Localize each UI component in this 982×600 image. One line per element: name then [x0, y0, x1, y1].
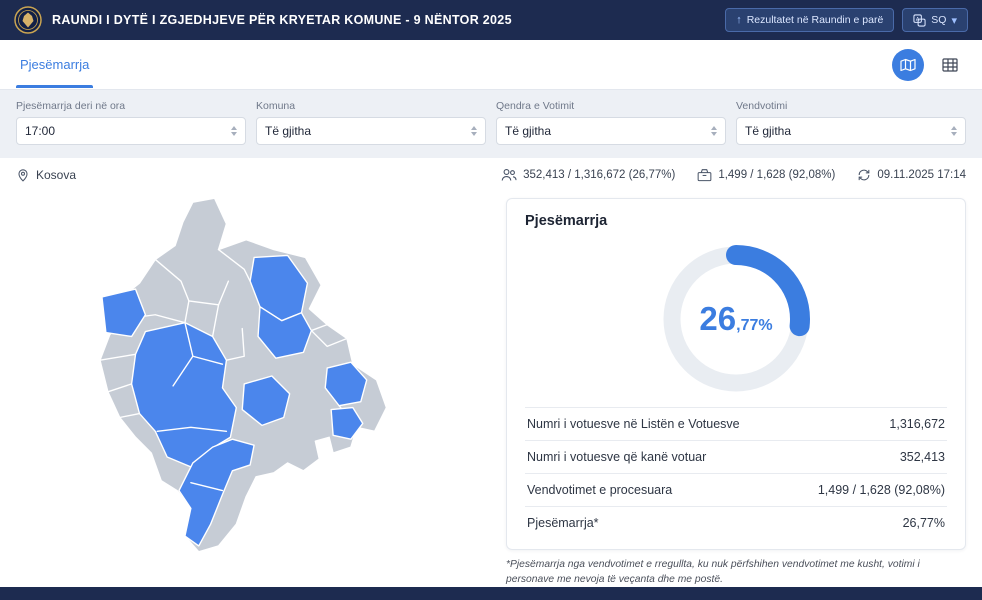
- filters-bar: Pjesëmarrja deri në ora 17:00 Komuna Të …: [0, 90, 982, 158]
- map-area: [16, 198, 506, 554]
- table-row: Numri i votuesve që kanë votuar 352,413: [525, 440, 947, 473]
- table-icon: [942, 58, 958, 72]
- first-round-results-label: Rezultatet në Raundin e parë: [747, 14, 884, 26]
- refresh-icon: [857, 168, 871, 182]
- hour-select-value: 17:00: [25, 124, 55, 138]
- main-content: Pjesëmarrja 26 ,77% Numr: [0, 192, 982, 588]
- app-header: RAUNDI I DYTË I ZGJEDHJEVE PËR KRYETAR K…: [0, 0, 982, 40]
- table-row: Numri i votuesve në Listën e Votuesve 1,…: [525, 407, 947, 440]
- language-selector[interactable]: A SQ ▾: [902, 8, 968, 32]
- voters-stat-value: 352,413 / 1,316,672 (26,77%): [523, 169, 675, 181]
- table-row: Pjesëmarrja* 26,77%: [525, 506, 947, 539]
- row-value: 1,499 / 1,628 (92,08%): [818, 483, 945, 497]
- filter-label: Pjesëmarrja deri në ora: [16, 100, 246, 112]
- tab-bar: Pjesëmarrja: [0, 40, 982, 90]
- location-label: Kosova: [36, 168, 76, 182]
- polling-station-select-value: Të gjitha: [745, 124, 791, 138]
- footnote: *Pjesëmarrja nga vendvotimet e rregullta…: [506, 558, 966, 588]
- chevron-down-icon: ▾: [951, 14, 957, 27]
- language-code: SQ: [931, 14, 946, 26]
- row-value: 352,413: [900, 450, 945, 464]
- stations-stat: 1,499 / 1,628 (92,08%): [697, 168, 835, 182]
- tab-participation[interactable]: Pjesëmarrja: [16, 41, 93, 88]
- select-arrows-icon: [231, 126, 237, 136]
- filter-voting-center: Qendra e Votimit Të gjitha: [496, 100, 726, 145]
- hour-select[interactable]: 17:00: [16, 117, 246, 145]
- donut-center-label: 26 ,77%: [654, 237, 818, 401]
- location-indicator: Kosova: [16, 168, 76, 183]
- filter-municipality: Komuna Të gjitha: [256, 100, 486, 145]
- row-label: Vendvotimet e procesuara: [527, 483, 672, 497]
- row-value: 26,77%: [903, 516, 945, 530]
- app-window: RAUNDI I DYTË I ZGJEDHJEVE PËR KRYETAR K…: [0, 0, 982, 600]
- translate-icon: A: [913, 14, 926, 27]
- municipality-select-value: Të gjitha: [265, 124, 311, 138]
- map-icon: [900, 58, 916, 72]
- svg-text:A: A: [916, 16, 920, 22]
- voting-center-select-value: Të gjitha: [505, 124, 551, 138]
- location-pin-icon: [16, 168, 30, 183]
- select-arrows-icon: [951, 126, 957, 136]
- filter-label: Komuna: [256, 100, 486, 112]
- table-view-button[interactable]: [934, 49, 966, 81]
- voting-center-select[interactable]: Të gjitha: [496, 117, 726, 145]
- kqz-logo: [14, 6, 42, 34]
- select-arrows-icon: [711, 126, 717, 136]
- last-updated: 09.11.2025 17:14: [857, 168, 966, 182]
- row-label: Numri i votuesve në Listën e Votuesve: [527, 417, 740, 431]
- footer-bar: [0, 587, 982, 600]
- filter-label: Qendra e Votimit: [496, 100, 726, 112]
- page-title: RAUNDI I DYTË I ZGJEDHJEVE PËR KRYETAR K…: [52, 13, 512, 27]
- municipality-select[interactable]: Të gjitha: [256, 117, 486, 145]
- stats-table: Numri i votuesve në Listën e Votuesve 1,…: [525, 407, 947, 539]
- voters-stat: 352,413 / 1,316,672 (26,77%): [501, 168, 675, 182]
- select-arrows-icon: [471, 126, 477, 136]
- participation-card: Pjesëmarrja 26 ,77% Numr: [506, 198, 966, 550]
- polling-station-select[interactable]: Të gjitha: [736, 117, 966, 145]
- filter-label: Vendvotimi: [736, 100, 966, 112]
- status-bar: Kosova 352,413 / 1,316,672 (26,77%) 1,49: [0, 158, 982, 192]
- participation-donut: 26 ,77%: [654, 237, 818, 401]
- donut-percent-frac: ,77%: [736, 317, 772, 335]
- donut-percent-int: 26: [699, 300, 736, 338]
- card-title: Pjesëmarrja: [525, 213, 947, 229]
- last-updated-value: 09.11.2025 17:14: [877, 169, 966, 181]
- kosovo-map[interactable]: [98, 198, 424, 554]
- filter-polling-station: Vendvotimi Të gjitha: [736, 100, 966, 145]
- row-value: 1,316,672: [889, 417, 945, 431]
- first-round-results-button[interactable]: ↑ Rezultatet në Raundin e parë: [725, 8, 894, 32]
- voters-icon: [501, 168, 517, 182]
- up-arrow-icon: ↑: [736, 14, 742, 26]
- ballot-box-icon: [697, 168, 712, 182]
- row-label: Pjesëmarrja*: [527, 516, 599, 530]
- table-row: Vendvotimet e procesuara 1,499 / 1,628 (…: [525, 473, 947, 506]
- map-view-button[interactable]: [892, 49, 924, 81]
- filter-participation-hour: Pjesëmarrja deri në ora 17:00: [16, 100, 246, 145]
- stations-stat-value: 1,499 / 1,628 (92,08%): [718, 169, 835, 181]
- row-label: Numri i votuesve që kanë votuar: [527, 450, 706, 464]
- right-column: Pjesëmarrja 26 ,77% Numr: [506, 198, 966, 588]
